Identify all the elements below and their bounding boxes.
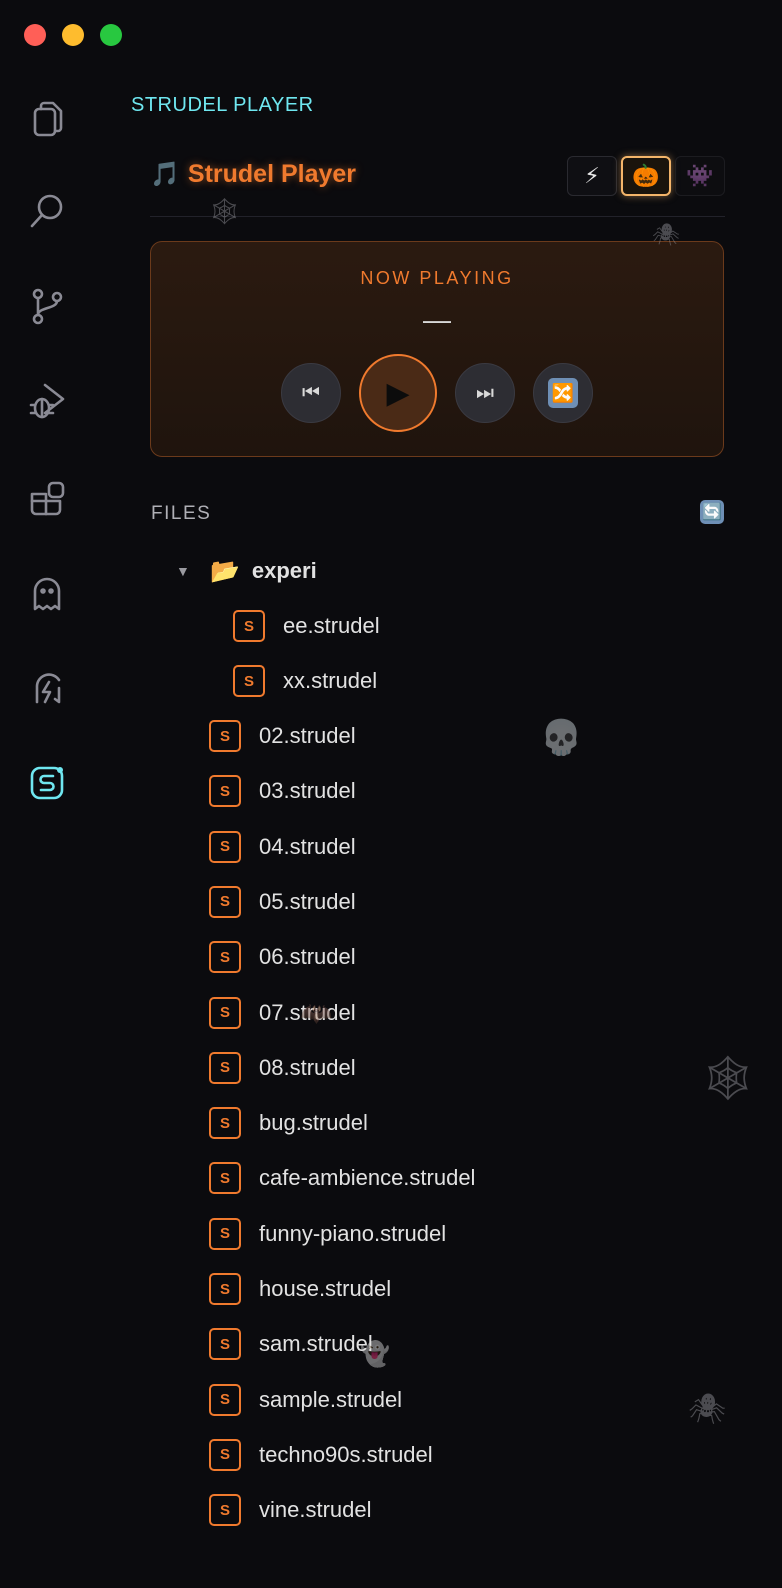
file-name: 02.strudel — [259, 723, 356, 748]
file-name: sample.strudel — [259, 1386, 403, 1412]
play-button[interactable]: ▶ — [359, 354, 437, 432]
player-header: 🎵 Strudel Player ⚡ 🎃 👾 — [150, 152, 725, 217]
folder-open-icon: 📂 — [210, 557, 240, 585]
theme-switcher: ⚡ 🎃 👾 — [567, 156, 725, 196]
file-item[interactable]: S 03.strudel — [209, 771, 356, 811]
file-item[interactable]: S ee.strudel — [233, 606, 380, 646]
files-section-label: FILES — [151, 503, 212, 524]
folder-name: experi — [251, 558, 317, 583]
file-item[interactable]: Ssam.strudel — [209, 1324, 373, 1364]
file-name: vine.strudel — [259, 1497, 372, 1523]
file-item[interactable]: S 04.strudel — [209, 827, 356, 867]
strudel-file-icon: S — [209, 1217, 241, 1250]
file-item[interactable]: Shouse.strudel — [209, 1269, 391, 1309]
file-item[interactable]: S 06.strudel — [209, 937, 356, 977]
strudel-file-icon: S — [209, 1273, 241, 1305]
lightning-icon: ⚡ — [584, 163, 600, 188]
file-name: funny-piano.strudel — [259, 1220, 447, 1246]
search-icon[interactable] — [24, 188, 70, 234]
extensions-icon[interactable] — [24, 476, 70, 522]
file-name: 04.strudel — [259, 833, 356, 859]
now-playing-card: NOW PLAYING — ⏮ ▶ ⏭ 🔀 — [150, 241, 724, 457]
refresh-icon: 🔄 — [702, 504, 722, 521]
play-icon: ▶ — [386, 376, 410, 410]
previous-button[interactable]: ⏮ — [281, 363, 341, 423]
strudel-file-icon: S — [209, 996, 241, 1029]
next-icon: ⏭ — [476, 381, 494, 404]
strudel-file-icon: S — [209, 830, 241, 863]
spider-icon: 🕷 — [688, 1393, 727, 1426]
strudel-file-icon: S — [209, 885, 241, 918]
file-item[interactable]: Stechno90s.strudel — [209, 1435, 433, 1475]
file-item[interactable]: S 07.strudel — [209, 993, 356, 1033]
cobweb-icon: 🕸 — [700, 1054, 756, 1103]
strudel-file-icon: S — [209, 1494, 241, 1527]
file-name: 05.strudel — [259, 888, 356, 914]
strudel-file-icon: S — [209, 1328, 241, 1361]
file-name: 07.strudel — [259, 999, 356, 1025]
strudel-icon[interactable] — [24, 760, 70, 806]
pumpkin-icon: 🎃 — [632, 163, 660, 188]
file-item[interactable]: S 08.strudel — [209, 1048, 356, 1088]
window-controls — [24, 24, 122, 46]
file-name: sam.strudel — [259, 1331, 373, 1357]
close-window-button[interactable] — [24, 24, 46, 46]
spider-witch-icon: 👾 — [686, 163, 714, 188]
refresh-button[interactable]: 🔄 — [700, 500, 724, 524]
strudel-file-icon: S — [209, 1107, 241, 1140]
file-name: house.strudel — [259, 1276, 392, 1301]
bolt-ghost-icon[interactable] — [24, 665, 70, 711]
theme-spider-button[interactable]: 👾 — [675, 156, 725, 196]
shuffle-button[interactable]: 🔀 — [533, 363, 593, 423]
shuffle-icon: 🔀 — [548, 378, 578, 408]
skull-icon: 💀 — [540, 719, 583, 757]
strudel-file-icon: S — [209, 1162, 241, 1195]
theme-lightning-button[interactable]: ⚡ — [567, 156, 617, 196]
app-title-text: Strudel Player — [187, 160, 357, 188]
file-name: 08.strudel — [259, 1054, 356, 1080]
strudel-file-icon: S — [209, 1051, 241, 1084]
file-item[interactable]: Ssample.strudel — [209, 1380, 402, 1420]
file-name: ee.strudel — [283, 613, 380, 638]
file-item[interactable]: S 05.strudel — [209, 882, 356, 922]
strudel-file-icon: S — [233, 665, 265, 697]
file-item[interactable]: Sbug.strudel — [209, 1103, 368, 1143]
previous-icon: ⏮ — [302, 381, 320, 404]
file-item[interactable]: S 02.strudel — [209, 716, 356, 756]
file-name: cafe-ambience.strudel — [259, 1165, 476, 1191]
file-item[interactable]: Scafe-ambience.strudel — [209, 1158, 475, 1198]
run-debug-icon[interactable] — [24, 378, 70, 424]
strudel-file-icon: S — [209, 775, 241, 808]
now-playing-track: — — [423, 304, 451, 335]
zoom-window-button[interactable] — [100, 24, 122, 46]
source-control-icon[interactable] — [24, 283, 70, 329]
strudel-file-icon: S — [209, 720, 241, 752]
strudel-file-icon: S — [209, 1438, 241, 1471]
file-name: 06.strudel — [259, 944, 356, 970]
strudel-file-icon: S — [209, 941, 241, 974]
file-item[interactable]: Sfunny-piano.strudel — [209, 1214, 446, 1254]
folder-experi[interactable]: ▼ 📂 experi — [176, 551, 317, 591]
chevron-down-icon: ▼ — [176, 563, 190, 579]
theme-pumpkin-button[interactable]: 🎃 — [621, 156, 671, 196]
file-name: 03.strudel — [259, 778, 356, 804]
ghost-icon[interactable] — [24, 570, 70, 616]
strudel-file-icon: S — [233, 610, 265, 642]
file-name: techno90s.strudel — [259, 1441, 433, 1467]
file-item[interactable]: S xx.strudel — [233, 661, 377, 701]
now-playing-label: NOW PLAYING — [360, 268, 514, 288]
next-button[interactable]: ⏭ — [455, 363, 515, 423]
music-note-icon: 🎵 — [150, 161, 180, 188]
strudel-file-icon: S — [209, 1383, 241, 1416]
sidebar-title: STRUDEL PLAYER — [131, 94, 314, 116]
file-name: bug.strudel — [259, 1110, 368, 1136]
minimize-window-button[interactable] — [62, 24, 84, 46]
playback-controls: ⏮ ▶ ⏭ 🔀 — [151, 354, 723, 432]
file-name: xx.strudel — [283, 668, 378, 693]
app-title: 🎵 Strudel Player — [150, 160, 356, 189]
file-item[interactable]: Svine.strudel — [209, 1490, 372, 1530]
files-icon[interactable] — [24, 96, 70, 142]
